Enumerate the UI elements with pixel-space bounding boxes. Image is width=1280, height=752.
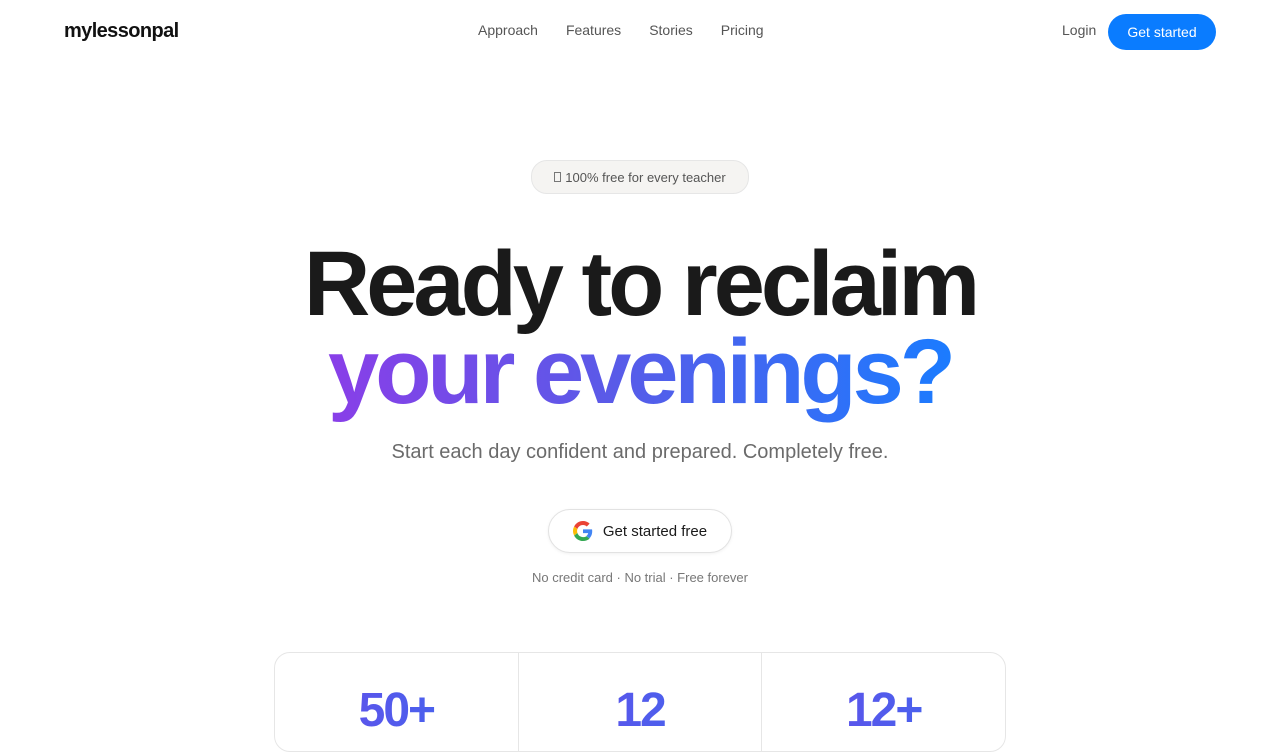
headline-line-2: your evenings? [322, 326, 958, 430]
free-badge: 100% free for every teacher [531, 160, 749, 194]
nav-link-pricing[interactable]: Pricing [721, 22, 764, 38]
missing-glyph-icon [554, 172, 562, 182]
headline-line-2-wrapper: your evenings? [0, 326, 1280, 430]
stats-card: 50+ 12 12+ [274, 652, 1006, 752]
nav-link-approach[interactable]: Approach [478, 22, 538, 38]
google-signup-button[interactable]: Get started free [548, 509, 732, 553]
stat-value-1: 50+ [275, 683, 518, 738]
nav-link-stories[interactable]: Stories [649, 22, 693, 38]
stat-cell-3: 12+ [762, 653, 1005, 751]
stat-cell-1: 50+ [275, 653, 519, 751]
top-navigation: mylessonpal Approach Features Stories Pr… [0, 0, 1280, 64]
login-link[interactable]: Login [1062, 22, 1096, 38]
stat-cell-2: 12 [519, 653, 763, 751]
get-started-button[interactable]: Get started [1108, 14, 1216, 50]
stat-value-2: 12 [519, 683, 762, 738]
badge-label: 100% free for every teacher [565, 169, 726, 185]
nav-link-features[interactable]: Features [566, 22, 621, 38]
hero-subtitle: Start each day confident and prepared. C… [391, 441, 889, 463]
google-signup-label: Get started free [602, 522, 708, 540]
stat-value-3: 12+ [762, 683, 1005, 738]
fineprint: No credit card · No trial · Free forever [531, 570, 748, 585]
headline-line-1: Ready to reclaim [303, 233, 980, 335]
google-icon [572, 521, 593, 541]
brand-logo[interactable]: mylessonpal [64, 20, 179, 43]
nav-links: Approach Features Stories Pricing [478, 22, 764, 38]
